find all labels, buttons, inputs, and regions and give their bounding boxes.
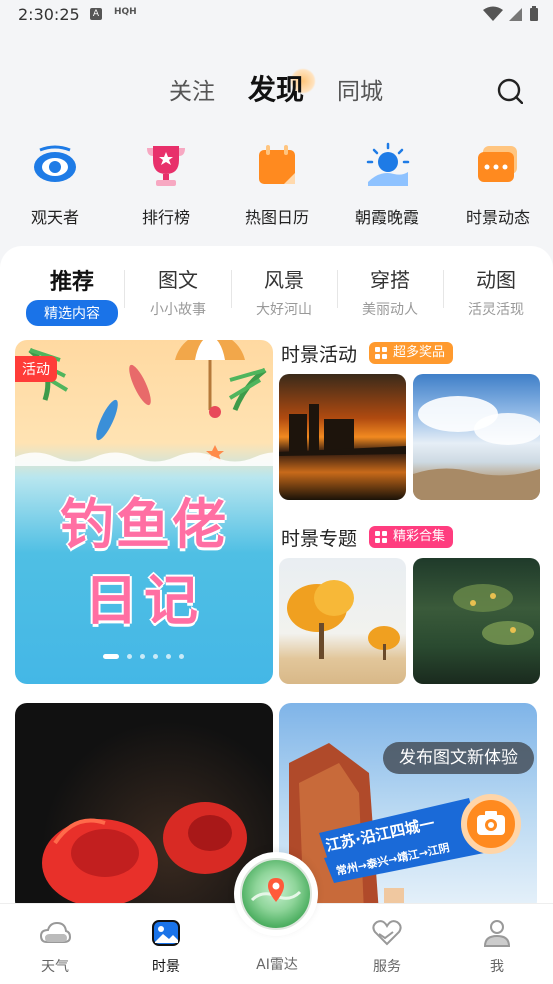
radar-icon — [250, 878, 302, 902]
carousel-dot — [127, 654, 132, 659]
shortcut-observer[interactable]: 观天者 — [0, 142, 110, 228]
divider — [337, 270, 338, 308]
shortcut-label: 朝霞晚霞 — [354, 208, 419, 227]
category-title: 风景 — [264, 268, 304, 292]
activity-thumb-clouds[interactable] — [413, 374, 540, 500]
nav-label: 我 — [490, 959, 504, 975]
camera-icon — [477, 811, 505, 835]
osmanthus-scene — [453, 584, 534, 645]
publish-button[interactable] — [461, 794, 521, 854]
divider — [124, 270, 125, 308]
category-title: 图文 — [158, 268, 198, 292]
carousel-dot — [166, 654, 171, 659]
carousel-dot — [140, 654, 145, 659]
status-time: 2:30:25 — [18, 5, 80, 24]
category-recommend[interactable]: 推荐 精选内容 — [22, 264, 122, 326]
topic-tag-label: 精彩合集 — [393, 529, 446, 544]
nav-label: 天气 — [41, 959, 69, 975]
trophy-icon — [147, 146, 185, 186]
tab-follow[interactable]: 关注 — [169, 72, 215, 106]
divider — [443, 270, 444, 308]
shortcut-dynamics[interactable]: 时景动态 — [443, 142, 553, 228]
category-photo-text[interactable]: 图文 小小故事 — [128, 264, 228, 319]
nav-weather[interactable]: 天气 — [5, 918, 105, 976]
category-scenery[interactable]: 风景 大好河山 — [234, 264, 334, 319]
divider — [231, 270, 232, 308]
user-icon — [483, 920, 511, 947]
search-icon[interactable] — [497, 78, 523, 104]
category-title: 穿搭 — [370, 268, 410, 292]
sunrise-icon — [366, 142, 410, 186]
grid-icon — [375, 531, 387, 543]
shortcut-heat-calendar[interactable]: 热图日历 — [222, 142, 332, 228]
sunset-silhouette — [279, 404, 406, 456]
cloud-icon — [39, 921, 72, 943]
tab-discover[interactable]: 发现 — [248, 68, 304, 108]
category-gif[interactable]: 动图 活灵活现 — [446, 264, 546, 319]
post-card-rose[interactable] — [15, 703, 273, 913]
signal-icon — [509, 8, 522, 21]
category-sub: 活灵活现 — [468, 302, 524, 318]
shortcut-ranking[interactable]: 排行榜 — [111, 142, 221, 228]
status-indicators — [483, 6, 539, 22]
nav-label: 时景 — [152, 959, 180, 975]
eye-icon — [34, 145, 76, 182]
feature-title-line1: 钓鱼佬 — [60, 493, 228, 556]
activity-badge: 活动 — [15, 356, 57, 382]
feature-title-line2: 日记 — [84, 569, 204, 632]
wifi-icon — [483, 6, 503, 21]
cloud-scene — [413, 396, 540, 500]
picture-icon — [152, 920, 180, 946]
category-title: 动图 — [476, 268, 516, 292]
shortcut-label: 排行榜 — [141, 208, 190, 227]
activity-tag-label: 超多奖品 — [393, 345, 446, 360]
nav-me[interactable]: 我 — [447, 918, 547, 976]
nav-scenery[interactable]: 时景 — [116, 918, 216, 976]
shortcut-label: 观天者 — [30, 208, 79, 227]
nav-ai-radar[interactable]: AI雷达 — [227, 954, 327, 974]
tab-nearby[interactable]: 同城 — [337, 72, 383, 106]
heart-hand-icon — [372, 920, 402, 946]
category-title: 推荐 — [49, 270, 94, 295]
top-tab-bar: 关注 发现 同城 — [0, 68, 553, 114]
activity-thumb-sunset[interactable] — [279, 374, 406, 500]
status-bar: 2:30:25 A HQH — [0, 0, 553, 32]
nav-service[interactable]: 服务 — [337, 918, 437, 976]
shortcut-sunrise-sunset[interactable]: 朝霞晚霞 — [332, 142, 442, 228]
shortcut-label: 时景动态 — [465, 208, 530, 227]
topic-thumb-flowers[interactable] — [413, 558, 540, 684]
ai-radar-button[interactable] — [234, 852, 318, 936]
activity-section-title[interactable]: 时景活动 — [281, 340, 357, 367]
shortcut-row: 观天者 排行榜 热图日历 朝霞晚霞 时景动态 — [0, 142, 553, 228]
golden-tree-scene — [287, 580, 400, 660]
carousel-dot-active — [103, 654, 119, 659]
activity-tag: 超多奖品 — [369, 342, 454, 364]
carousel-dot — [153, 654, 158, 659]
wave-decoration — [15, 452, 273, 466]
battery-icon — [530, 6, 538, 21]
calendar-icon — [259, 145, 295, 184]
status-notification-icon: HQH — [114, 7, 137, 17]
topic-tag: 精彩合集 — [369, 526, 454, 548]
status-a-icon: A — [90, 8, 102, 20]
carousel-indicator — [103, 654, 184, 659]
publish-tip-bubble: 发布图文新体验 — [383, 742, 534, 774]
chat-icon — [478, 146, 517, 182]
category-sub: 小小故事 — [150, 302, 206, 318]
carousel-dot — [179, 654, 184, 659]
category-tabs: 推荐 精选内容 图文 小小故事 风景 大好河山 穿搭 美丽动人 动图 活灵活现 — [0, 264, 553, 326]
nav-label: AI雷达 — [256, 957, 298, 973]
feature-banner[interactable]: 活动 钓鱼佬 日记 — [15, 340, 273, 684]
topic-thumb-trees[interactable] — [279, 558, 406, 684]
nav-label: 服务 — [373, 959, 401, 975]
category-outfit[interactable]: 穿搭 美丽动人 — [340, 264, 440, 319]
category-sub: 美丽动人 — [362, 302, 418, 318]
category-sub: 精选内容 — [26, 300, 118, 326]
shortcut-label: 热图日历 — [244, 208, 309, 227]
radar-globe — [240, 858, 312, 930]
gift-icon — [375, 347, 387, 359]
rose-photo — [42, 802, 247, 907]
topic-section-title[interactable]: 时景专题 — [281, 524, 357, 551]
category-sub: 大好河山 — [256, 302, 312, 318]
